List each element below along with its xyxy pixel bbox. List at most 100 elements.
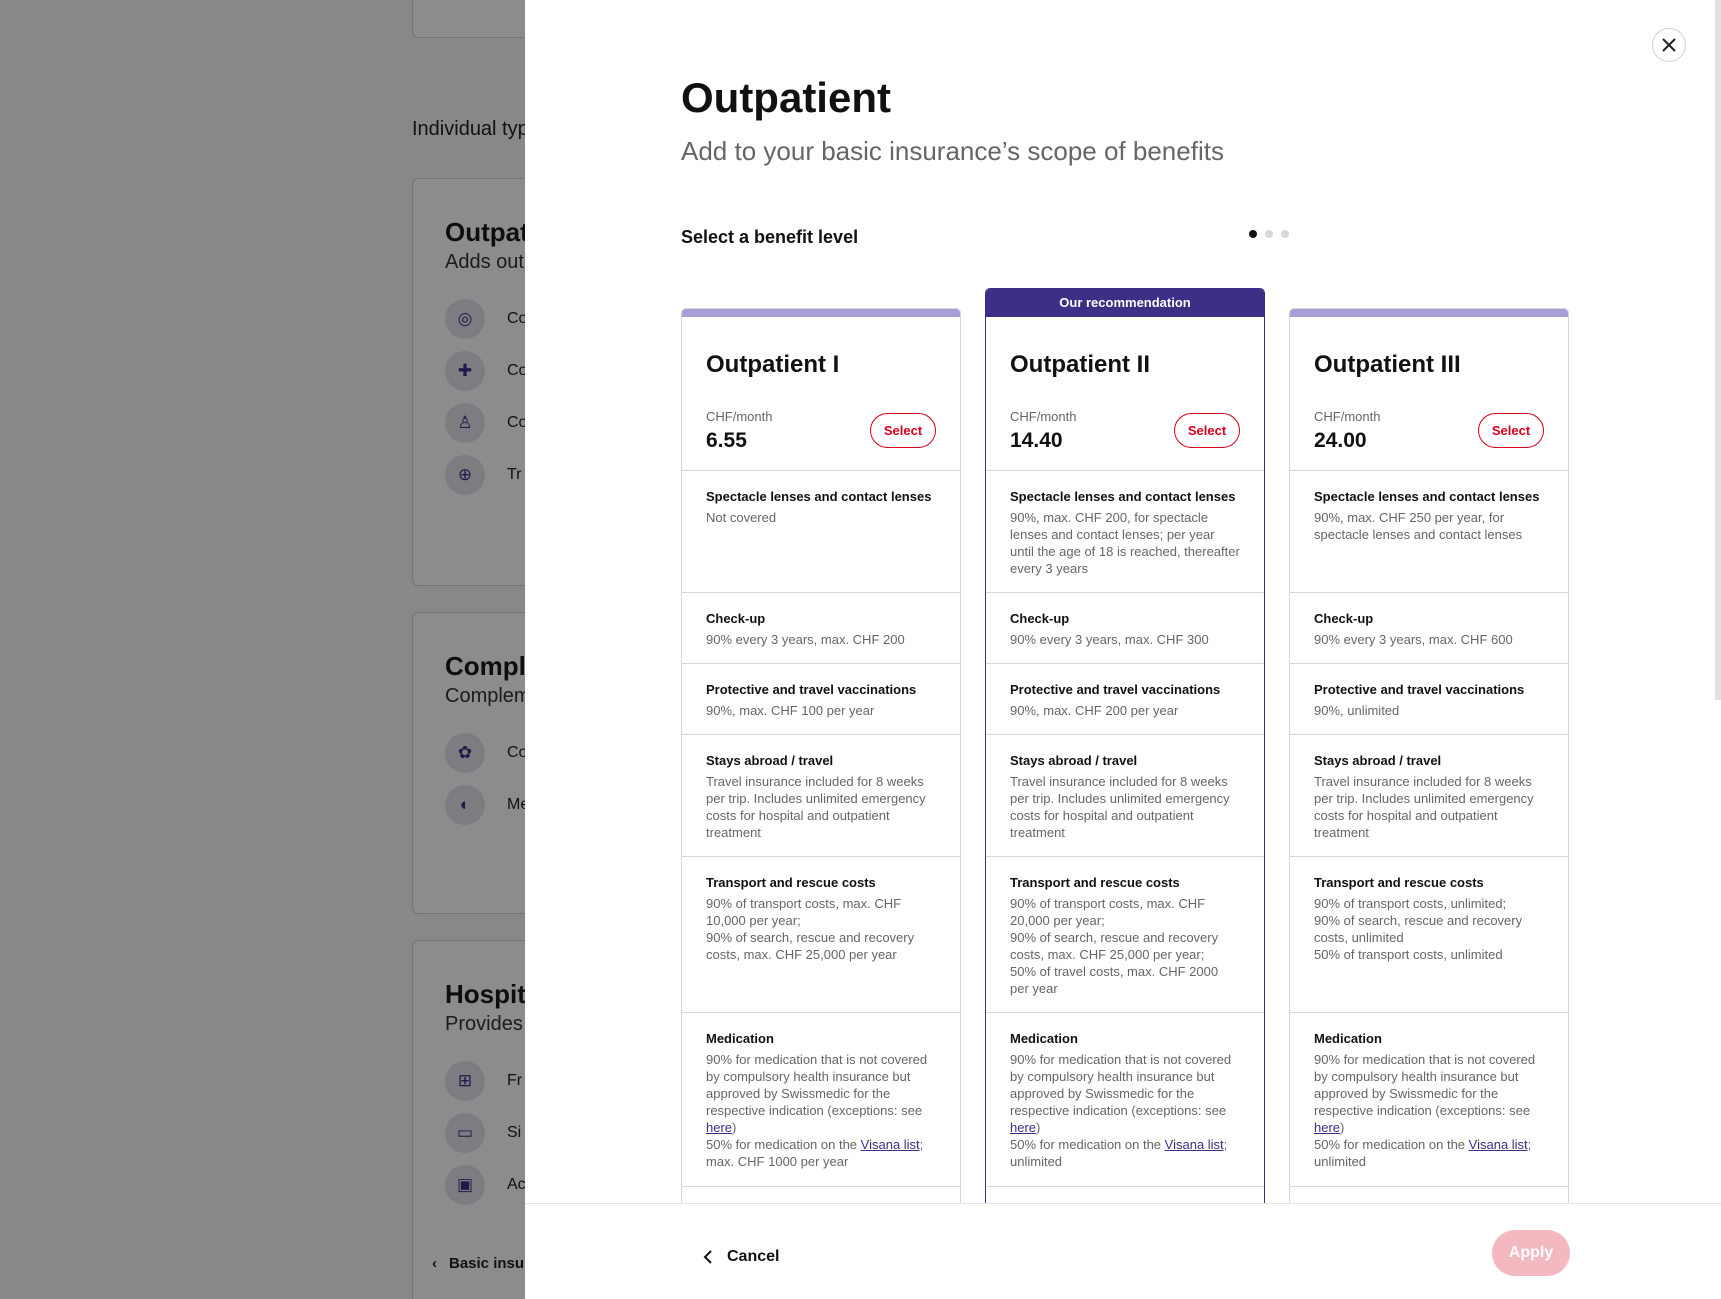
benefit-text: 90% of transport costs, max. CHF 10,000 … xyxy=(706,896,915,962)
benefit-text: 90%, max. CHF 200, for spectacle lenses … xyxy=(1010,510,1240,576)
plan-price: 14.40 xyxy=(1010,429,1063,452)
plan-card-outpatient-1: Outpatient I CHF/month 6.55 Select Spect… xyxy=(681,308,961,1203)
benefit-cell: Protective and travel vaccinations 90%, m… xyxy=(986,664,1264,735)
benefit-title: Transport and rescue costs xyxy=(1010,875,1180,890)
visana-list-link[interactable]: Visana list xyxy=(1469,1137,1528,1152)
benefit-text: 90%, max. CHF 200 per year xyxy=(1010,703,1179,718)
carousel-dot[interactable] xyxy=(1265,230,1273,238)
benefit-text: 90%, max. CHF 100 per year xyxy=(706,703,875,718)
benefit-cell xyxy=(682,1187,960,1203)
plan-price: 24.00 xyxy=(1314,429,1367,452)
modal-scrollbar[interactable] xyxy=(1715,0,1721,700)
benefit-cell: Spectacle lenses and contact lenses Not c… xyxy=(682,471,960,593)
benefit-text: 90% every 3 years, max. CHF 300 xyxy=(1010,632,1209,647)
benefit-cell: Check-up 90% every 3 years, max. CHF 300 xyxy=(986,593,1264,664)
benefit-title: Stays abroad / travel xyxy=(1314,753,1442,768)
modal-subtitle: Add to your basic insurance’s scope of b… xyxy=(681,136,1224,166)
benefit-title: Protective and travel vaccinations xyxy=(1314,682,1525,697)
select-button[interactable]: Select xyxy=(870,413,936,448)
benefit-title: Protective and travel vaccinations xyxy=(706,682,917,697)
benefit-cell: Check-up 90% every 3 years, max. CHF 600 xyxy=(1290,593,1568,664)
modal-footer: Cancel Apply xyxy=(525,1203,1721,1299)
card-header: Outpatient I CHF/month 6.55 Select xyxy=(682,317,960,471)
benefit-level-heading: Select a benefit level xyxy=(681,227,859,247)
benefit-title: Transport and rescue costs xyxy=(706,875,876,890)
visana-list-link[interactable]: Visana list xyxy=(1165,1137,1224,1152)
benefit-title: Medication xyxy=(1010,1031,1078,1046)
carousel-dot[interactable] xyxy=(1249,230,1257,238)
exceptions-link[interactable]: here xyxy=(706,1120,732,1135)
recommendation-badge: Our recommendation xyxy=(986,289,1264,317)
benefit-text: 90% every 3 years, max. CHF 200 xyxy=(706,632,905,647)
benefit-title: Stays abroad / travel xyxy=(1010,753,1138,768)
outpatient-modal: Outpatient Add to your basic insurance’s… xyxy=(525,0,1721,1299)
benefit-cell: Transport and rescue costs 90% of transpo… xyxy=(682,857,960,1013)
benefit-title: Check-up xyxy=(1010,611,1070,626)
exceptions-link[interactable]: here xyxy=(1314,1120,1340,1135)
benefit-cell: Protective and travel vaccinations 90%, m… xyxy=(682,664,960,735)
plan-cards: Outpatient I CHF/month 6.55 Select Spect… xyxy=(681,288,1681,1203)
exceptions-link[interactable]: here xyxy=(1010,1120,1036,1135)
plan-name: Outpatient II xyxy=(1010,351,1150,378)
benefit-text: 90%, max. CHF 250 per year, for spectacl… xyxy=(1314,510,1523,542)
benefit-cell: Transport and rescue costs 90% of transpo… xyxy=(1290,857,1568,1013)
benefit-cell: Medication 90% for medication that is not… xyxy=(682,1013,960,1187)
benefit-title: Spectacle lenses and contact lenses xyxy=(706,489,932,504)
benefit-cell: Transport and rescue costs 90% of transpo… xyxy=(986,857,1264,1013)
benefit-text: 90% of transport costs, max. CHF 20,000 … xyxy=(1010,896,1219,996)
benefit-text: 90% for medication that is not covered b… xyxy=(706,1052,928,1169)
price-unit: CHF/month xyxy=(706,409,773,424)
benefit-text: Not covered xyxy=(706,510,777,525)
cancel-label: Cancel xyxy=(727,1248,780,1265)
plan-name: Outpatient I xyxy=(706,351,840,378)
plan-card-outpatient-2: Our recommendation Outpatient II CHF/mon… xyxy=(985,288,1265,1203)
cancel-button[interactable]: Cancel xyxy=(703,1248,779,1266)
benefit-cell xyxy=(986,1187,1264,1203)
select-button[interactable]: Select xyxy=(1478,413,1544,448)
benefit-cell: Check-up 90% every 3 years, max. CHF 200 xyxy=(682,593,960,664)
plan-card-outpatient-3: Outpatient III CHF/month 24.00 Select Sp… xyxy=(1289,308,1569,1203)
benefit-text: Travel insurance included for 8 weeks pe… xyxy=(1010,774,1230,840)
benefit-text: Travel insurance included for 8 weeks pe… xyxy=(1314,774,1534,840)
price-unit: CHF/month xyxy=(1314,409,1381,424)
card-header: Outpatient III CHF/month 24.00 Select xyxy=(1290,317,1568,471)
benefit-text: 90% for medication that is not covered b… xyxy=(1314,1052,1536,1169)
benefit-cell: Spectacle lenses and contact lenses 90%, … xyxy=(1290,471,1568,593)
benefit-cell: Stays abroad / travel Travel insurance in… xyxy=(986,735,1264,857)
chevron-left-icon xyxy=(703,1250,712,1264)
visana-list-link[interactable]: Visana list xyxy=(861,1137,920,1152)
benefit-text: 90% every 3 years, max. CHF 600 xyxy=(1314,632,1513,647)
benefit-title: Protective and travel vaccinations xyxy=(1010,682,1221,697)
benefit-text: 90% for medication that is not covered b… xyxy=(1010,1052,1232,1169)
card-header: Outpatient II CHF/month 14.40 Select xyxy=(986,317,1264,471)
apply-button[interactable]: Apply xyxy=(1492,1230,1570,1276)
price-unit: CHF/month xyxy=(1010,409,1077,424)
benefit-cell xyxy=(1290,1187,1568,1203)
card-top-bar xyxy=(682,309,960,317)
carousel-dot[interactable] xyxy=(1281,230,1289,238)
select-button[interactable]: Select xyxy=(1174,413,1240,448)
close-button[interactable] xyxy=(1652,28,1686,62)
card-top-bar xyxy=(1290,309,1568,317)
benefit-cell: Stays abroad / travel Travel insurance in… xyxy=(682,735,960,857)
benefit-title: Medication xyxy=(706,1031,774,1046)
benefit-cell: Medication 90% for medication that is not… xyxy=(1290,1013,1568,1187)
benefit-title: Stays abroad / travel xyxy=(706,753,834,768)
benefit-cell: Medication 90% for medication that is not… xyxy=(986,1013,1264,1187)
benefit-title: Medication xyxy=(1314,1031,1382,1046)
benefit-text: 90% of transport costs, unlimited; 90% o… xyxy=(1314,896,1523,962)
benefit-title: Check-up xyxy=(1314,611,1374,626)
benefit-title: Spectacle lenses and contact lenses xyxy=(1010,489,1236,504)
plan-name: Outpatient III xyxy=(1314,351,1461,378)
close-icon xyxy=(1662,38,1676,52)
benefit-title: Spectacle lenses and contact lenses xyxy=(1314,489,1540,504)
carousel-dots xyxy=(1249,230,1289,238)
benefit-text: 90%, unlimited xyxy=(1314,703,1400,718)
benefit-cell: Stays abroad / travel Travel insurance in… xyxy=(1290,735,1568,857)
benefit-title: Transport and rescue costs xyxy=(1314,875,1484,890)
plan-price: 6.55 xyxy=(706,429,747,452)
benefit-text: Travel insurance included for 8 weeks pe… xyxy=(706,774,926,840)
modal-title: Outpatient xyxy=(681,74,891,121)
benefit-cell: Protective and travel vaccinations 90%, u… xyxy=(1290,664,1568,735)
benefit-cell: Spectacle lenses and contact lenses 90%, … xyxy=(986,471,1264,593)
